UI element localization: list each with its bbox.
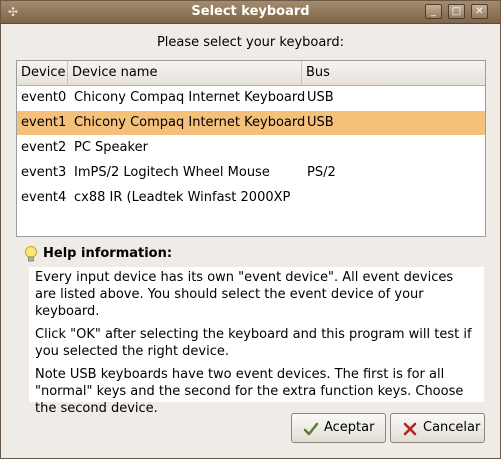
device-cell: event0 <box>21 90 67 105</box>
help-text-box: Every input device has its own "event de… <box>29 267 484 416</box>
bus-cell: USB <box>307 115 334 130</box>
device-name-cell: Chicony Compaq Internet Keyboard <box>74 90 306 105</box>
table-row[interactable]: event2 PC Speaker <box>17 136 485 160</box>
device-cell: event1 <box>21 115 67 130</box>
maximize-button[interactable]: □ <box>448 4 465 19</box>
help-paragraph: Note USB keyboards have two event device… <box>35 367 464 416</box>
title-bar[interactable]: ✣ Select keyboard _ □ ✕ <box>1 1 500 24</box>
cancel-button-label: Cancelar <box>423 420 481 435</box>
help-title: Help information: <box>43 246 173 261</box>
table-row[interactable]: event3 ImPS/2 Logitech Wheel Mouse PS/2 <box>17 161 485 185</box>
device-list[interactable]: Device Device name Bus event0 Chicony Co… <box>16 60 486 237</box>
table-row[interactable]: event4 cx88 IR (Leadtek Winfast 2000XP <box>17 186 485 210</box>
lightbulb-icon <box>25 246 37 262</box>
minimize-button[interactable]: _ <box>425 4 442 19</box>
help-paragraph: Click "OK" after selecting the keyboard … <box>35 327 472 359</box>
cancel-button[interactable]: Cancelar <box>390 413 485 443</box>
bus-cell: PS/2 <box>307 165 336 180</box>
column-header-device[interactable]: Device <box>17 61 68 85</box>
table-row[interactable]: event0 Chicony Compaq Internet Keyboard … <box>17 86 485 110</box>
device-name-cell: Chicony Compaq Internet Keyboard <box>74 115 306 130</box>
bus-cell: USB <box>307 90 334 105</box>
device-name-cell: cx88 IR (Leadtek Winfast 2000XP <box>74 190 291 205</box>
device-cell: event4 <box>21 190 67 205</box>
device-name-cell: ImPS/2 Logitech Wheel Mouse <box>74 165 270 180</box>
column-header-device-name[interactable]: Device name <box>68 61 302 85</box>
cancel-icon <box>403 422 417 436</box>
table-row-selected[interactable]: event1 Chicony Compaq Internet Keyboard … <box>17 111 485 135</box>
help-paragraph: Every input device has its own "event de… <box>35 270 454 319</box>
accept-button-label: Aceptar <box>324 420 375 435</box>
select-keyboard-dialog: ✣ Select keyboard _ □ ✕ Please select yo… <box>0 0 501 459</box>
device-list-header: Device Device name Bus <box>17 61 485 86</box>
column-header-bus[interactable]: Bus <box>302 61 485 85</box>
apply-icon <box>303 422 319 436</box>
device-cell: event2 <box>21 140 67 155</box>
device-name-cell: PC Speaker <box>74 140 148 155</box>
accept-button[interactable]: Aceptar <box>291 413 386 443</box>
select-prompt: Please select your keyboard: <box>156 35 345 50</box>
close-button[interactable]: ✕ <box>471 4 488 19</box>
device-cell: event3 <box>21 165 67 180</box>
